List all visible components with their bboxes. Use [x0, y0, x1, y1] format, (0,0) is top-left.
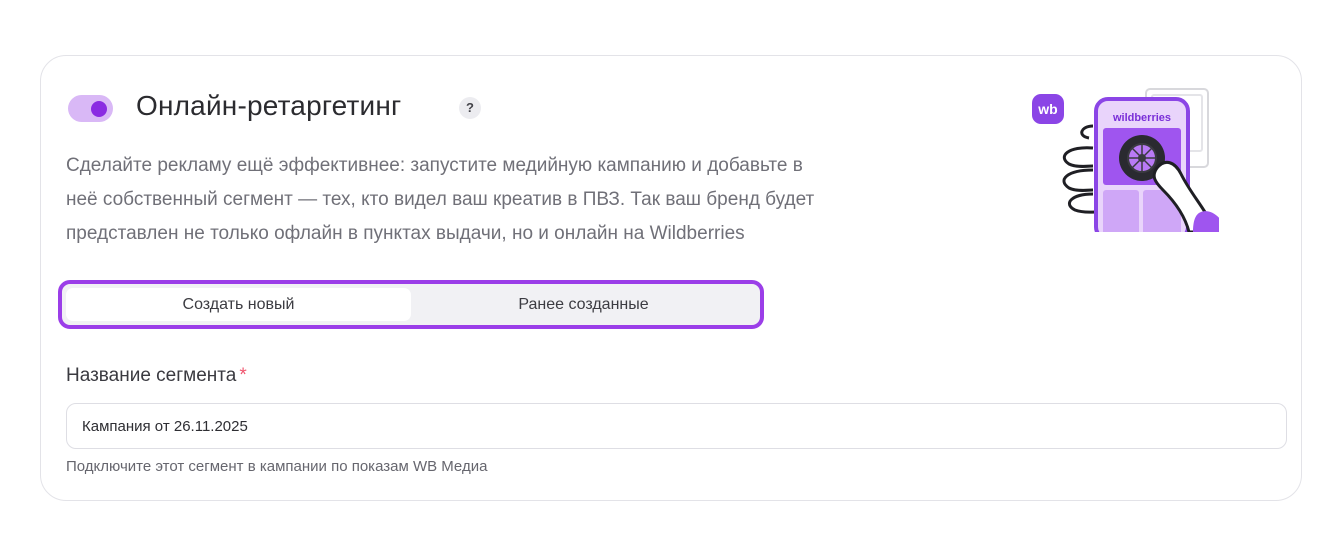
tab-create-new[interactable]: Создать новый: [66, 288, 411, 321]
help-icon[interactable]: ?: [459, 97, 481, 119]
phone-brand-text: wildberries: [1112, 112, 1171, 124]
segment-hint: Подключите этот сегмент в кампании по по…: [66, 458, 488, 475]
online-retargeting-card: Онлайн-ретаргетинг ? Сделайте рекламу ещ…: [40, 55, 1302, 501]
segment-name-label-text: Название сегмента: [66, 365, 237, 386]
description-line: Сделайте рекламу ещё эффективнее: запуст…: [66, 155, 803, 176]
retargeting-toggle[interactable]: [68, 95, 113, 122]
description-line: представлен не только офлайн в пунктах в…: [66, 223, 745, 244]
phone-promo-illustration: wb wildberries: [1032, 88, 1219, 232]
tab-previously-created[interactable]: Ранее созданные: [411, 288, 756, 321]
required-mark: *: [239, 365, 247, 386]
segment-name-label: Название сегмента *: [66, 365, 247, 387]
section-description: Сделайте рекламу ещё эффективнее: запуст…: [66, 149, 926, 251]
section-title: Онлайн-ретаргетинг: [136, 90, 402, 121]
toggle-knob: [91, 100, 107, 117]
description-line: неё собственный сегмент — тех, кто видел…: [66, 189, 815, 210]
wb-logo-text: wb: [1037, 101, 1057, 117]
segment-name-input[interactable]: [66, 403, 1287, 449]
segment-mode-tabs: Создать новый Ранее созданные: [58, 280, 764, 329]
